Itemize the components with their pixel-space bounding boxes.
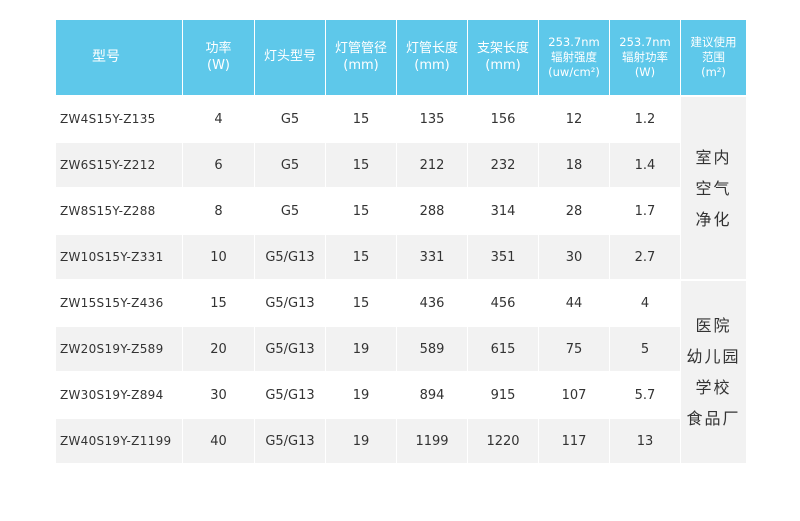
header-power: 功率 (W) [182, 20, 254, 95]
cell-bracket-length: 456 [467, 279, 538, 325]
usage-line: 室内 [695, 147, 732, 167]
header-model: 型号 [56, 20, 182, 95]
cell-bracket-length: 232 [467, 141, 538, 187]
cell-rad-power: 4 [609, 279, 680, 325]
cell-intensity: 18 [538, 141, 609, 187]
cell-base: G5 [254, 95, 325, 141]
cell-diameter: 15 [325, 233, 396, 279]
usage-line: 幼儿园 [686, 347, 741, 366]
header-bracket-length: 支架长度 (mm) [467, 20, 538, 95]
cell-model: ZW4S15Y-Z135 [56, 95, 182, 141]
table-row: ZW10S15Y-Z331 10 G5/G13 15 331 351 30 2.… [56, 233, 746, 279]
cell-model: ZW30S19Y-Z894 [56, 371, 182, 417]
cell-power: 4 [182, 95, 254, 141]
cell-power: 20 [182, 325, 254, 371]
cell-bracket-length: 314 [467, 187, 538, 233]
cell-diameter: 15 [325, 279, 396, 325]
cell-power: 15 [182, 279, 254, 325]
cell-tube-length: 1199 [396, 417, 467, 463]
cell-intensity: 107 [538, 371, 609, 417]
usage-line: 空气 [695, 178, 732, 198]
cell-power: 10 [182, 233, 254, 279]
header-intensity: 253.7nm 辐射强度 (uw/cm²) [538, 20, 609, 95]
header-usage: 建议使用 范围 (m²) [680, 20, 746, 95]
cell-model: ZW40S19Y-Z1199 [56, 417, 182, 463]
cell-rad-power: 1.7 [609, 187, 680, 233]
header-base: 灯头型号 [254, 20, 325, 95]
usage-line: 医院 [695, 316, 732, 335]
cell-tube-length: 589 [396, 325, 467, 371]
cell-bracket-length: 156 [467, 95, 538, 141]
table-row: ZW4S15Y-Z135 4 G5 15 135 156 12 1.2 室内 空… [56, 95, 746, 279]
cell-power: 8 [182, 187, 254, 233]
cell-diameter: 15 [325, 187, 396, 233]
header-rad-power: 253.7nm 辐射功率 (W) [609, 20, 680, 95]
cell-intensity: 75 [538, 325, 609, 371]
cell-model: ZW15S15Y-Z436 [56, 279, 182, 325]
table-row: ZW8S15Y-Z288 8 G5 15 288 314 28 1.7 [56, 187, 746, 233]
header-diameter: 灯管管径 (mm) [325, 20, 396, 95]
table-row: ZW40S19Y-Z1199 40 G5/G13 19 1199 1220 11… [56, 417, 746, 463]
table-row: ZW6S15Y-Z212 6 G5 15 212 232 18 1.4 [56, 141, 746, 187]
cell-rad-power: 5.7 [609, 371, 680, 417]
spec-table-container: 型号 功率 (W) 灯头型号 灯管管径 (mm) 灯管长度 (mm) 支架长度 (mm)… [56, 20, 746, 463]
cell-model: ZW20S19Y-Z589 [56, 325, 182, 371]
cell-bracket-length: 351 [467, 233, 538, 279]
cell-bracket-length: 1220 [467, 417, 538, 463]
table-row: ZW20S19Y-Z589 20 G5/G13 19 589 615 75 5 [56, 325, 746, 371]
usage-group-public: 医院 幼儿园 学校 食品厂 [680, 279, 746, 463]
cell-rad-power: 5 [609, 325, 680, 371]
cell-base: G5/G13 [254, 325, 325, 371]
cell-intensity: 30 [538, 233, 609, 279]
cell-intensity: 28 [538, 187, 609, 233]
cell-base: G5 [254, 141, 325, 187]
cell-power: 30 [182, 371, 254, 417]
usage-line: 食品厂 [686, 409, 741, 428]
cell-diameter: 19 [325, 371, 396, 417]
cell-bracket-length: 915 [467, 371, 538, 417]
cell-rad-power: 1.4 [609, 141, 680, 187]
table-row: ZW30S19Y-Z894 30 G5/G13 19 894 915 107 5… [56, 371, 746, 417]
usage-group-indoor: 室内 空气 净化 [680, 95, 746, 279]
cell-tube-length: 135 [396, 95, 467, 141]
cell-base: G5/G13 [254, 279, 325, 325]
cell-base: G5/G13 [254, 371, 325, 417]
cell-rad-power: 2.7 [609, 233, 680, 279]
cell-power: 40 [182, 417, 254, 463]
usage-line: 净化 [695, 209, 732, 229]
usage-line: 学校 [695, 378, 732, 397]
cell-tube-length: 331 [396, 233, 467, 279]
cell-tube-length: 894 [396, 371, 467, 417]
cell-model: ZW10S15Y-Z331 [56, 233, 182, 279]
cell-intensity: 117 [538, 417, 609, 463]
cell-rad-power: 1.2 [609, 95, 680, 141]
cell-base: G5 [254, 187, 325, 233]
cell-tube-length: 212 [396, 141, 467, 187]
cell-diameter: 15 [325, 141, 396, 187]
table-row: ZW15S15Y-Z436 15 G5/G13 15 436 456 44 4 … [56, 279, 746, 463]
cell-tube-length: 436 [396, 279, 467, 325]
cell-diameter: 19 [325, 417, 396, 463]
cell-model: ZW8S15Y-Z288 [56, 187, 182, 233]
cell-model: ZW6S15Y-Z212 [56, 141, 182, 187]
cell-tube-length: 288 [396, 187, 467, 233]
cell-intensity: 44 [538, 279, 609, 325]
cell-diameter: 15 [325, 95, 396, 141]
header-tube-length: 灯管长度 (mm) [396, 20, 467, 95]
cell-base: G5/G13 [254, 417, 325, 463]
cell-diameter: 19 [325, 325, 396, 371]
cell-bracket-length: 615 [467, 325, 538, 371]
cell-base: G5/G13 [254, 233, 325, 279]
spec-table: 型号 功率 (W) 灯头型号 灯管管径 (mm) 灯管长度 (mm) 支架长度 (mm)… [56, 20, 746, 463]
header-row: 型号 功率 (W) 灯头型号 灯管管径 (mm) 灯管长度 (mm) 支架长度 (mm)… [56, 20, 746, 95]
cell-intensity: 12 [538, 95, 609, 141]
cell-power: 6 [182, 141, 254, 187]
cell-rad-power: 13 [609, 417, 680, 463]
